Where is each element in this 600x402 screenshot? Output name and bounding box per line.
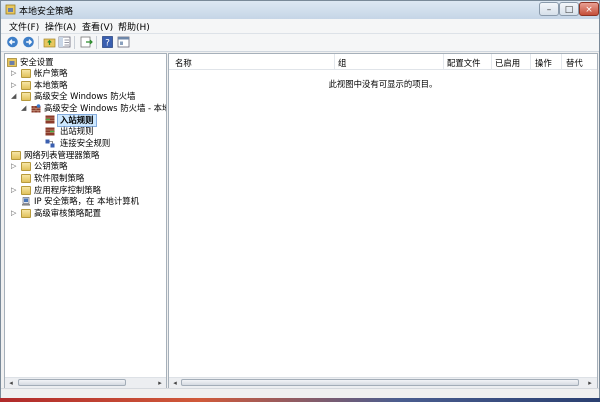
- firewall-icon: [31, 104, 41, 113]
- expand-icon[interactable]: ▷: [11, 80, 18, 91]
- app-window: 本地安全策略 – □ × 文件(F) 操作(A) 查看(V) 帮助(H) ? 安…: [0, 0, 600, 402]
- folder-icon: [21, 162, 31, 171]
- column-name[interactable]: 名称: [175, 57, 192, 69]
- expand-icon[interactable]: ▷: [11, 68, 18, 79]
- tree-item-label: 公钥策略: [34, 161, 68, 171]
- window-title: 本地安全策略: [19, 7, 74, 17]
- tree-item-local-policies[interactable]: ▷ 本地策略: [11, 80, 161, 91]
- tree-item-label: 出站规则: [60, 126, 94, 136]
- back-icon[interactable]: [6, 36, 19, 48]
- folder-icon: [21, 186, 31, 195]
- menu-file[interactable]: 文件(F): [9, 20, 39, 33]
- tree-root-label: 安全设置: [20, 57, 54, 67]
- tree-item-account-policies[interactable]: ▷ 帐户策略: [11, 68, 161, 79]
- connection-security-icon: [45, 139, 55, 148]
- tree-item-label: 软件限制策略: [34, 173, 85, 183]
- toolbar-separator: [96, 36, 97, 49]
- export-list-icon[interactable]: [80, 36, 93, 48]
- tree-item-connection-security[interactable]: 连接安全规则: [45, 138, 145, 149]
- title-bar[interactable]: 本地安全策略 – □ ×: [1, 1, 599, 19]
- tree-horizontal-scrollbar[interactable]: ◂ ▸: [5, 377, 166, 388]
- tree-item-label: 本地策略: [34, 80, 68, 90]
- column-divider[interactable]: [530, 54, 531, 69]
- tree-item-firewall-local[interactable]: ◢ 高级安全 Windows 防火墙 - 本地i: [21, 103, 166, 114]
- toolbar-separator: [74, 36, 75, 49]
- menu-bar: 文件(F) 操作(A) 查看(V) 帮助(H): [1, 19, 599, 34]
- show-hide-tree-icon[interactable]: [58, 36, 71, 48]
- tree-item-label: 高级审核策略配置: [34, 208, 101, 218]
- tree-item-ip-security[interactable]: IP 安全策略，在 本地计算机: [11, 196, 161, 207]
- expand-icon[interactable]: ▷: [11, 161, 18, 172]
- tree-item-label: IP 安全策略，在 本地计算机: [34, 196, 139, 206]
- minimize-button[interactable]: –: [539, 2, 559, 16]
- tree-item-label: 连接安全规则: [60, 138, 111, 148]
- column-divider[interactable]: [561, 54, 562, 69]
- tree-item-software-restriction[interactable]: 软件限制策略: [11, 173, 161, 184]
- tree-item-outbound-rules[interactable]: 出站规则: [45, 126, 125, 137]
- tree-item-label: 应用程序控制策略: [34, 185, 101, 195]
- menu-action[interactable]: 操作(A): [45, 20, 76, 33]
- tree-item-network-list[interactable]: 网络列表管理器策略: [11, 150, 161, 161]
- scroll-thumb[interactable]: [181, 379, 579, 386]
- folder-icon: [21, 69, 31, 78]
- tree-item-label: 帐户策略: [34, 68, 68, 78]
- column-action[interactable]: 操作: [535, 57, 552, 69]
- column-divider[interactable]: [443, 54, 444, 69]
- tree-root[interactable]: 安全设置: [7, 57, 162, 68]
- security-settings-icon: [7, 58, 17, 67]
- folder-icon: [21, 92, 31, 101]
- up-folder-icon[interactable]: [43, 36, 56, 48]
- list-column-header: 名称 组 配置文件 已启用 操作 替代: [169, 54, 597, 70]
- svg-text:?: ?: [105, 39, 110, 49]
- tree-item-firewall[interactable]: ◢ 高级安全 Windows 防火墙: [11, 91, 161, 102]
- collapse-icon[interactable]: ◢: [21, 103, 28, 114]
- ip-security-icon: [22, 197, 30, 206]
- tree-item-advanced-audit[interactable]: ▷ 高级审核策略配置: [11, 208, 161, 219]
- column-profile[interactable]: 配置文件: [447, 57, 481, 69]
- folder-icon: [11, 151, 21, 160]
- taskbar-edge: [0, 398, 600, 402]
- expand-icon[interactable]: ▷: [11, 185, 18, 196]
- column-divider[interactable]: [334, 54, 335, 69]
- maximize-button[interactable]: □: [559, 2, 579, 16]
- collapse-icon[interactable]: ◢: [11, 91, 18, 102]
- scroll-right-icon[interactable]: ▸: [585, 378, 595, 388]
- empty-list-message: 此视图中没有可显示的项目。: [328, 79, 438, 89]
- column-override[interactable]: 替代: [566, 57, 583, 69]
- tree-pane[interactable]: 安全设置 ▷ 帐户策略 ▷ 本地策略 ◢ 高级安全 Windows 防火墙 ◢ …: [4, 53, 167, 389]
- help-icon[interactable]: ?: [101, 36, 114, 48]
- toolbar-separator: [38, 36, 39, 49]
- tree-item-label: 高级安全 Windows 防火墙 - 本地i: [44, 103, 167, 113]
- tree-item-app-control[interactable]: ▷ 应用程序控制策略: [11, 185, 161, 196]
- folder-icon: [21, 81, 31, 90]
- tree-item-inbound-rules[interactable]: 入站规则: [45, 114, 125, 127]
- folder-icon: [21, 209, 31, 218]
- list-horizontal-scrollbar[interactable]: ◂ ▸: [169, 377, 597, 388]
- list-pane[interactable]: 名称 组 配置文件 已启用 操作 替代 此视图中没有可显示的项目。 ◂ ▸: [168, 53, 598, 389]
- menu-help[interactable]: 帮助(H): [118, 20, 150, 33]
- forward-icon[interactable]: [22, 36, 35, 48]
- expand-icon[interactable]: ▷: [11, 208, 18, 219]
- menu-view[interactable]: 查看(V): [82, 20, 113, 33]
- close-button[interactable]: ×: [579, 2, 599, 16]
- column-group[interactable]: 组: [338, 57, 346, 69]
- outbound-rules-icon: [45, 127, 55, 136]
- scroll-right-icon[interactable]: ▸: [155, 378, 165, 388]
- column-divider[interactable]: [491, 54, 492, 69]
- tree-item-public-key[interactable]: ▷ 公钥策略: [11, 161, 161, 172]
- toolbar: ?: [1, 34, 599, 52]
- scroll-left-icon[interactable]: ◂: [6, 378, 16, 388]
- tree-item-label: 网络列表管理器策略: [24, 150, 100, 160]
- folder-icon: [21, 174, 31, 183]
- column-enabled[interactable]: 已启用: [495, 57, 520, 69]
- scroll-left-icon[interactable]: ◂: [170, 378, 180, 388]
- scroll-thumb[interactable]: [18, 379, 126, 386]
- properties-icon[interactable]: [117, 36, 130, 48]
- inbound-rules-icon: [45, 115, 55, 124]
- security-policy-icon: [5, 4, 16, 15]
- tree-item-label: 高级安全 Windows 防火墙: [34, 91, 136, 101]
